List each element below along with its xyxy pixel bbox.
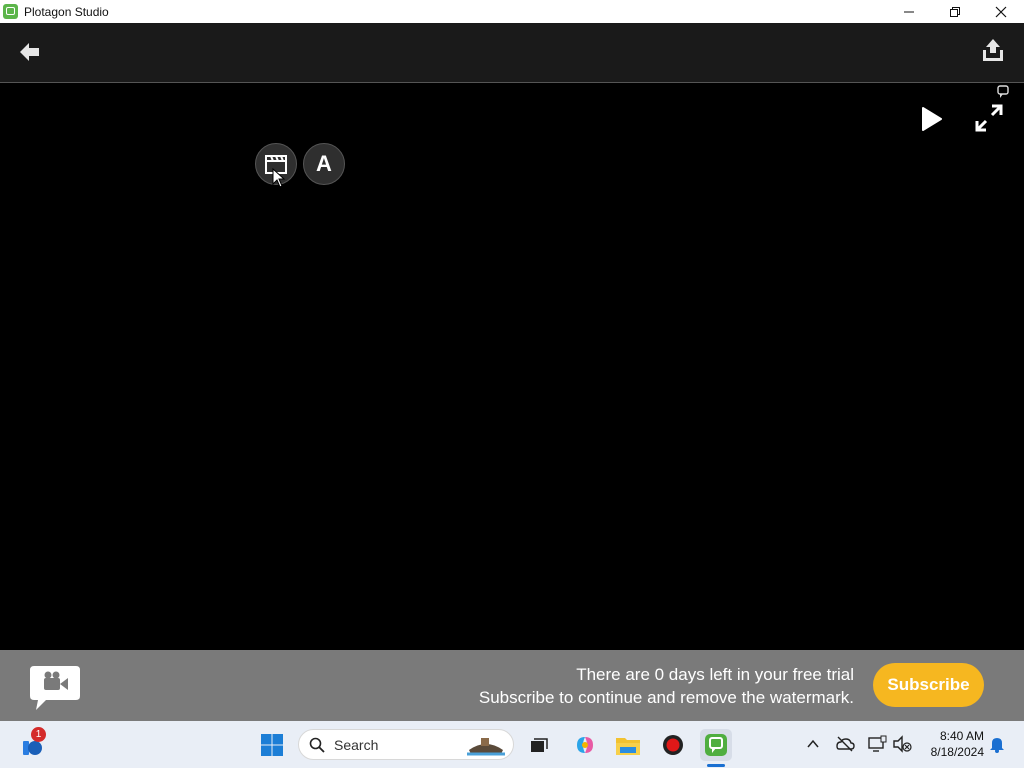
play-icon — [922, 107, 942, 131]
network-tray-button[interactable] — [867, 734, 887, 754]
chevron-up-icon — [807, 739, 819, 748]
plotagon-taskbar-button[interactable] — [700, 729, 732, 761]
onedrive-tray-button[interactable] — [835, 734, 855, 754]
copilot-button[interactable] — [569, 729, 601, 761]
search-highlight-image — [467, 738, 505, 756]
clock-date: 8/18/2024 — [930, 745, 984, 759]
notification-badge: 1 — [31, 727, 46, 742]
active-app-indicator — [707, 764, 725, 767]
windows-taskbar: 1 Search 8:40 AM 8/18/2024 — [0, 721, 1024, 768]
taskbar-search[interactable]: Search — [298, 729, 514, 760]
window-title: Plotagon Studio — [24, 4, 109, 19]
cloud-offline-icon — [836, 736, 855, 752]
system-clock[interactable]: 8:40 AM 8/18/2024 — [918, 728, 984, 760]
share-button[interactable] — [978, 36, 1008, 66]
close-button[interactable] — [978, 0, 1024, 23]
plotagon-icon — [705, 734, 727, 756]
back-button[interactable] — [16, 38, 44, 66]
share-icon — [983, 39, 1003, 61]
watermark-logo — [997, 85, 1009, 98]
add-text-button[interactable]: A — [303, 143, 345, 185]
start-button[interactable] — [256, 729, 288, 761]
mouse-cursor-icon — [272, 168, 286, 188]
video-stage: A — [0, 83, 1024, 650]
minimize-icon — [904, 11, 914, 12]
subscribe-button[interactable]: Subscribe — [873, 663, 984, 707]
plotagon-logo-icon — [30, 666, 80, 710]
title-bar: Plotagon Studio — [0, 0, 1024, 23]
task-view-icon — [531, 738, 548, 752]
trial-banner: There are 0 days left in your free trial… — [0, 650, 1024, 721]
minimize-button[interactable] — [886, 0, 932, 23]
restore-icon — [950, 6, 960, 17]
editor-header — [0, 23, 1024, 83]
arrow-left-icon — [20, 43, 39, 61]
windows-logo-icon — [261, 734, 283, 756]
volume-tray-button[interactable] — [892, 734, 912, 754]
expand-icon — [975, 104, 1003, 132]
play-button[interactable] — [917, 105, 945, 133]
record-icon — [663, 735, 683, 755]
restore-button[interactable] — [932, 0, 978, 23]
trial-message-line1: There are 0 days left in your free trial — [576, 665, 854, 684]
copilot-icon — [577, 737, 593, 753]
show-hidden-icons-button[interactable] — [803, 734, 823, 754]
trial-message: There are 0 days left in your free trial… — [479, 663, 854, 709]
search-icon — [309, 737, 325, 753]
search-placeholder: Search — [334, 737, 379, 753]
trial-message-line2: Subscribe to continue and remove the wat… — [478, 688, 854, 707]
clock-time: 8:40 AM — [939, 729, 984, 743]
close-icon — [995, 6, 1007, 17]
task-view-button[interactable] — [523, 729, 555, 761]
plotagon-app-icon — [3, 4, 18, 19]
bell-icon — [990, 738, 1004, 753]
file-explorer-button[interactable] — [612, 729, 644, 761]
recorder-button[interactable] — [657, 729, 689, 761]
window-controls — [886, 0, 1024, 23]
folder-icon — [616, 738, 640, 755]
speaker-muted-icon — [893, 735, 912, 753]
network-icon — [868, 735, 887, 752]
text-tool-label: A — [316, 151, 332, 176]
fullscreen-button[interactable] — [974, 103, 1004, 133]
notifications-button[interactable] — [987, 734, 1007, 754]
